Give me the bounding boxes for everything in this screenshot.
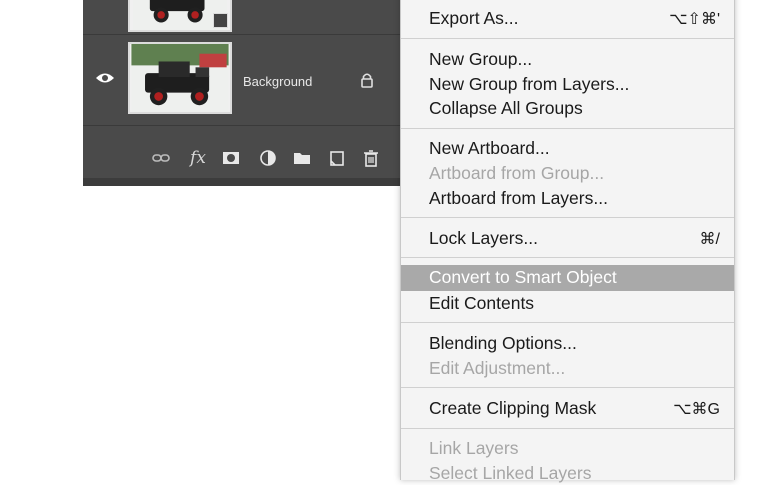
menu-item-export-as[interactable]: Export As... ⌥⇧⌘' <box>401 6 734 30</box>
smart-object-badge-icon <box>213 13 228 28</box>
new-layer-icon[interactable] <box>327 148 347 168</box>
layer-name[interactable]: Background <box>243 74 312 89</box>
menu-item-artboard-from-group: Artboard from Group... <box>429 163 605 183</box>
menu-item-blending-options[interactable]: Blending Options... <box>401 331 734 355</box>
menu-separator <box>401 38 734 39</box>
eye-icon[interactable] <box>95 71 115 85</box>
menu-item-select-linked-layers: Select Linked Layers <box>429 463 592 483</box>
menu-item-lock-layers[interactable]: Lock Layers... ⌘/ <box>401 226 734 250</box>
menu-item-artboard-from-layers[interactable]: Artboard from Layers... <box>401 186 734 210</box>
menu-item-create-clipping-mask[interactable]: Create Clipping Mask ⌥⌘G <box>401 396 734 420</box>
layer-row-smart-object[interactable] <box>83 0 405 35</box>
menu-item-convert-to-smart-object[interactable]: Convert to Smart Object <box>401 265 734 291</box>
layer-thumbnail[interactable] <box>128 0 232 32</box>
layer-thumbnail[interactable] <box>128 42 232 114</box>
menu-separator <box>401 217 734 218</box>
panel-scroll-area <box>83 178 405 186</box>
menu-separator <box>401 128 734 129</box>
link-icon[interactable] <box>151 148 171 168</box>
adjustment-icon[interactable] <box>258 148 278 168</box>
menu-item-link-layers: Link Layers <box>429 438 519 458</box>
menu-item-new-group-from-layers[interactable]: New Group from Layers... <box>401 72 734 96</box>
layers-panel: Background fx <box>83 0 405 186</box>
layer-row-background[interactable]: Background <box>83 35 405 126</box>
menu-separator <box>401 257 734 258</box>
menu-separator <box>401 387 734 388</box>
menu-item-edit-adjustment: Edit Adjustment... <box>429 358 566 378</box>
layer-context-menu: Export As... ⌥⇧⌘' New Group... New Group… <box>400 0 735 483</box>
menu-item-new-group[interactable]: New Group... <box>401 47 734 71</box>
menu-separator <box>401 322 734 323</box>
fx-icon[interactable]: fx <box>188 148 208 168</box>
car-thumbnail-image <box>131 44 229 112</box>
layers-toolbar: fx <box>83 140 405 178</box>
menu-item-edit-contents[interactable]: Edit Contents <box>401 291 734 315</box>
lock-icon[interactable] <box>360 72 374 88</box>
menu-item-collapse-all-groups[interactable]: Collapse All Groups <box>401 96 734 120</box>
menu-separator <box>401 428 734 429</box>
trash-icon[interactable] <box>361 148 381 168</box>
mask-icon[interactable] <box>221 148 241 168</box>
folder-icon[interactable] <box>292 148 312 168</box>
menu-item-new-artboard[interactable]: New Artboard... <box>401 136 734 160</box>
